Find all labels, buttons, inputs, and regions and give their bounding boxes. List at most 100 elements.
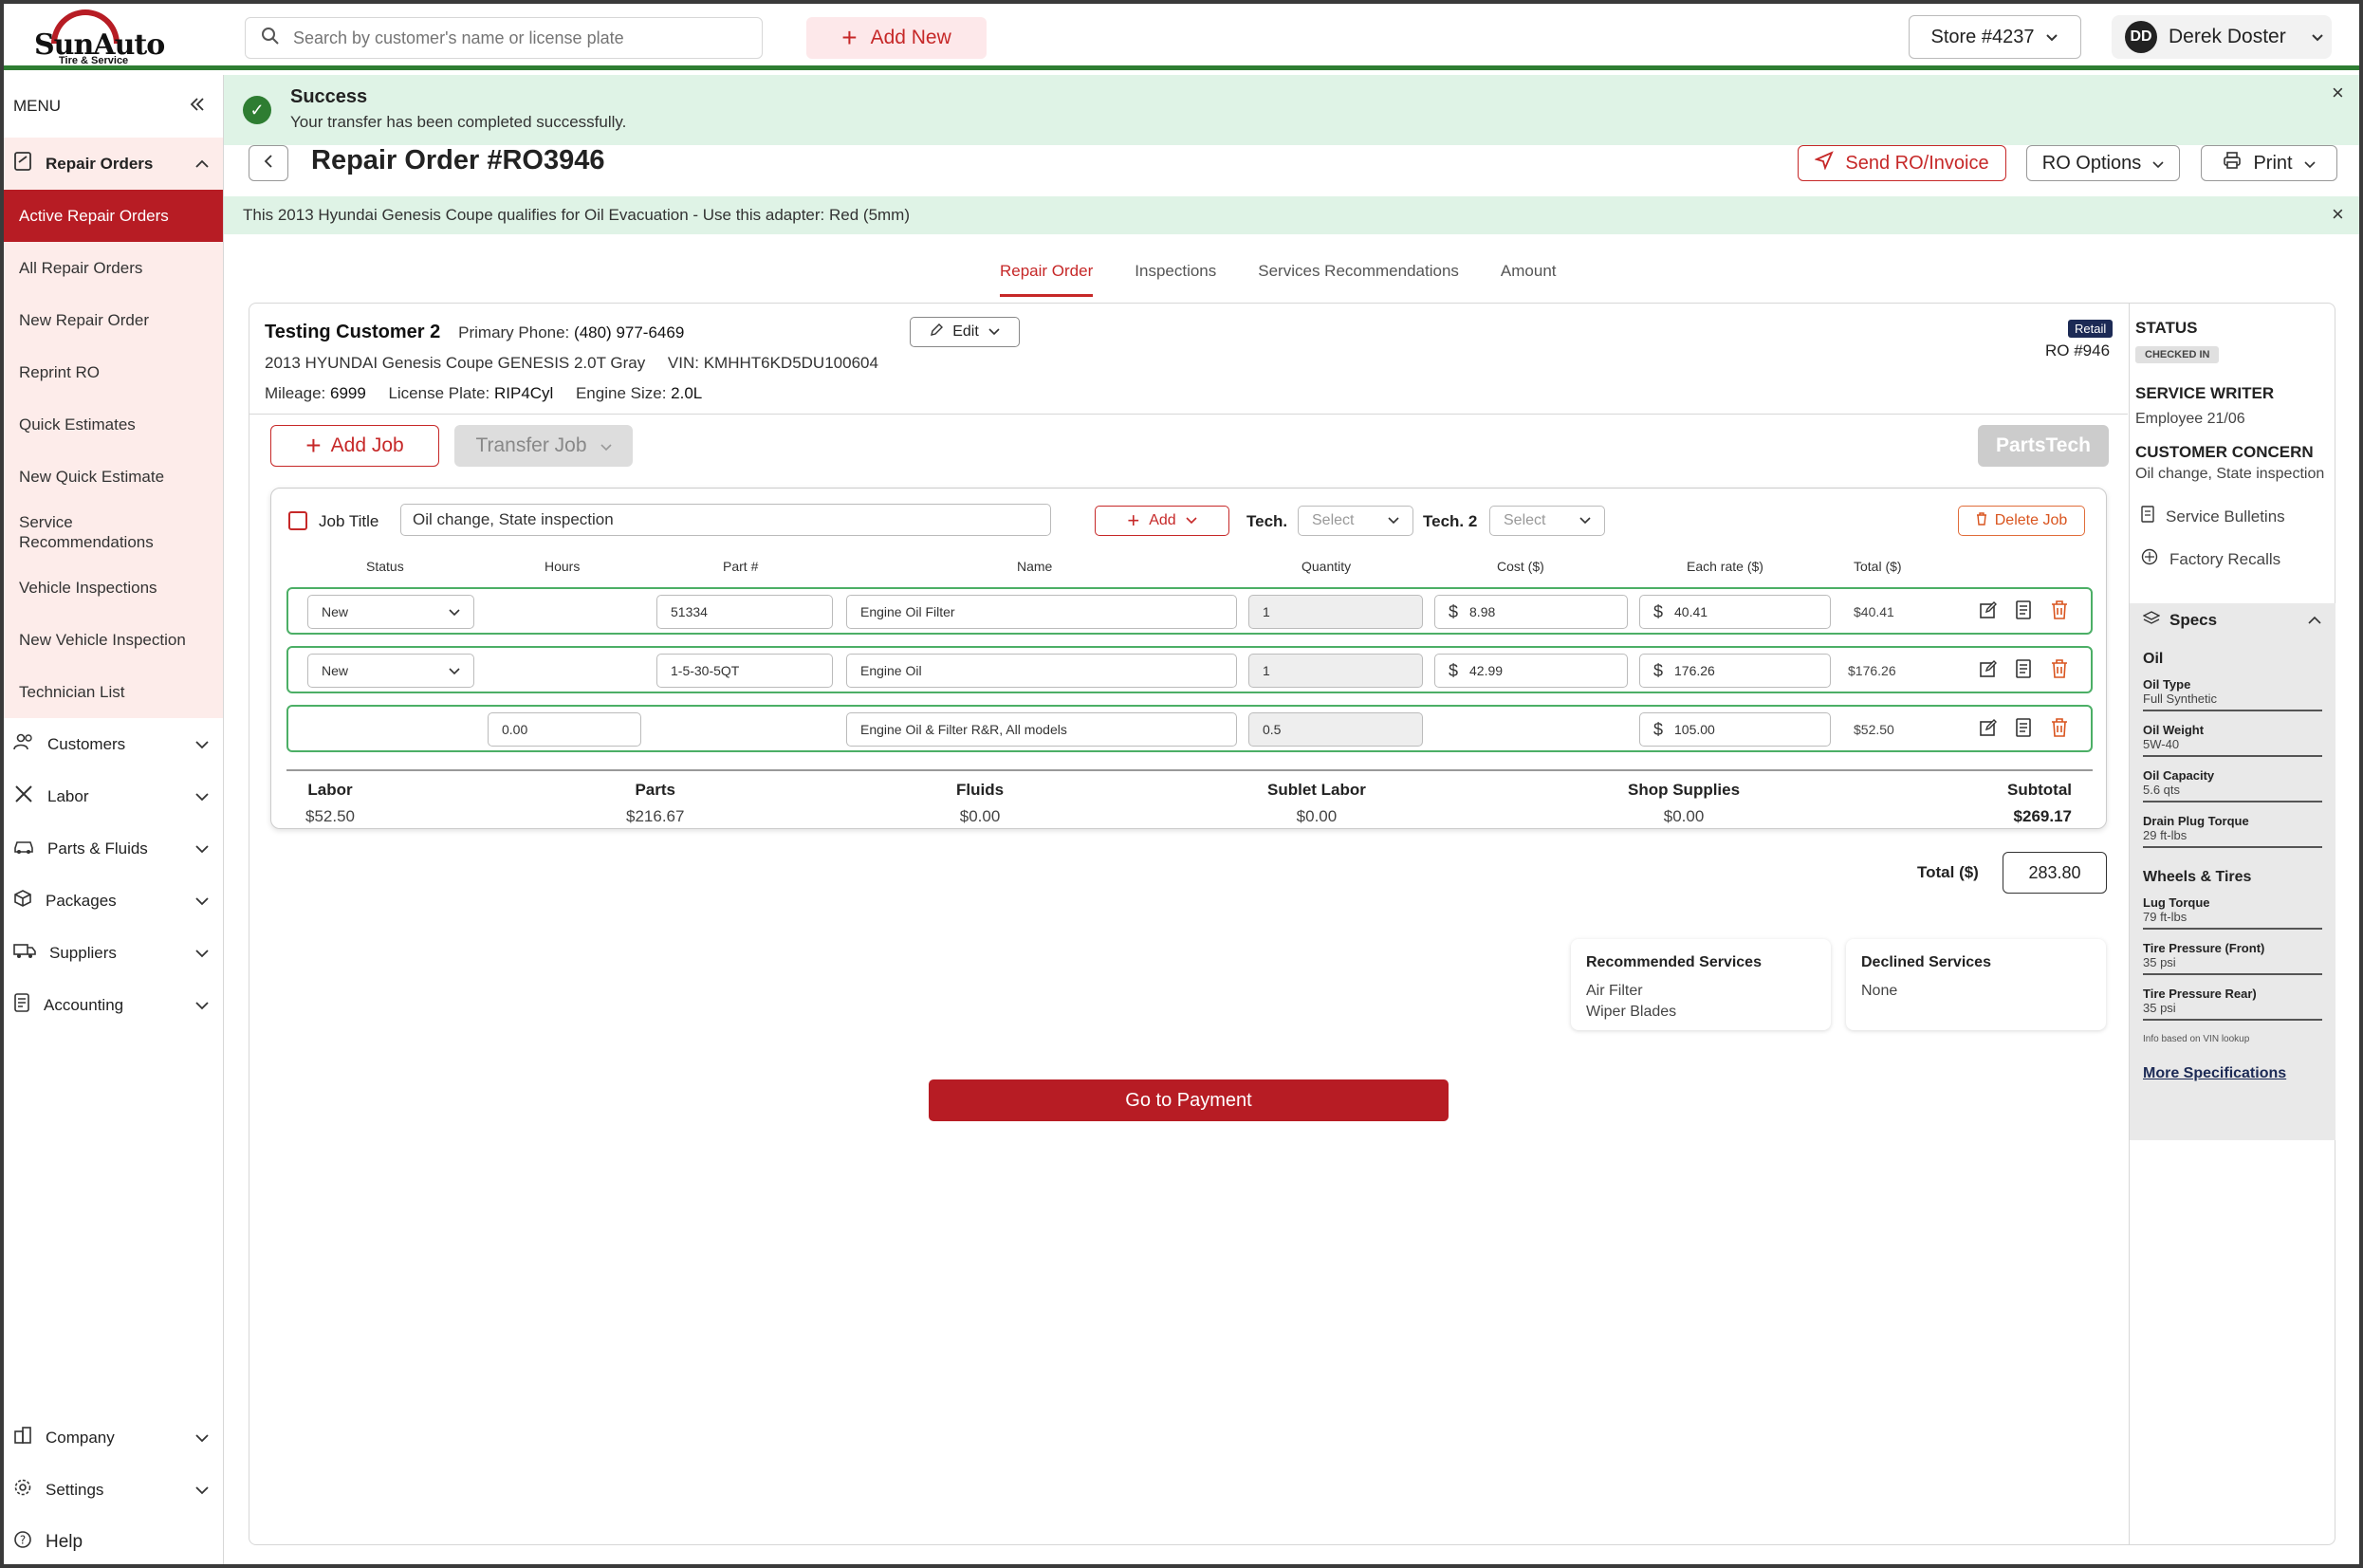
status-badge: CHECKED IN (2135, 346, 2220, 363)
part-number-input[interactable]: 1-5-30-5QT (656, 654, 833, 688)
engine-label: Engine Size: (575, 384, 667, 402)
edit-customer-button[interactable]: Edit (910, 317, 1020, 347)
ro-options-button[interactable]: RO Options (2026, 145, 2180, 181)
name-input[interactable]: Engine Oil (846, 654, 1237, 688)
job-select-checkbox[interactable] (288, 511, 307, 530)
sidebar-section-settings[interactable]: Settings (4, 1464, 223, 1516)
close-icon[interactable]: × (2332, 81, 2344, 105)
quantity-input[interactable]: 1 (1248, 654, 1423, 688)
trash-icon[interactable] (2051, 718, 2068, 742)
store-selector[interactable]: Store #4237 (1909, 15, 2081, 59)
close-icon[interactable]: × (2332, 202, 2344, 227)
delete-job-label: Delete Job (1994, 512, 2068, 528)
total-input[interactable]: 283.80 (2003, 852, 2107, 894)
sidebar-section-help[interactable]: ? Help (4, 1516, 223, 1564)
job-card: Job Title Oil change, State inspection +… (270, 488, 2107, 829)
document-icon (2141, 506, 2154, 527)
spec-value: 79 ft-lbs (2143, 910, 2188, 924)
sidebar-item-active-repair-orders[interactable]: Active Repair Orders (4, 190, 223, 242)
notes-icon[interactable] (2015, 600, 2032, 624)
truck-icon (13, 942, 36, 964)
sidebar-item-quick-estimates[interactable]: Quick Estimates (4, 398, 223, 451)
partstech-button[interactable]: PartsTech (1978, 425, 2109, 467)
sidebar-section-company[interactable]: Company (4, 1411, 223, 1464)
cost-input[interactable]: $ 8.98 (1434, 595, 1628, 629)
cost-input[interactable]: $ 42.99 (1434, 654, 1628, 688)
sidebar-section-labor[interactable]: Labor (4, 770, 223, 822)
rate-input[interactable]: $ 105.00 (1639, 712, 1831, 747)
trash-icon[interactable] (2051, 600, 2068, 624)
sidebar-item-new-repair-order[interactable]: New Repair Order (4, 294, 223, 346)
part-number-input[interactable]: 51334 (656, 595, 833, 629)
cost-value: 8.98 (1469, 604, 1496, 619)
send-ro-invoice-button[interactable]: Send RO/Invoice (1798, 145, 2006, 181)
summary-label: Fluids (956, 781, 1005, 799)
spec-item: Oil Capacity 5.6 qts (2143, 765, 2322, 802)
notes-icon[interactable] (2015, 659, 2032, 683)
factory-recalls-link[interactable]: Factory Recalls (2141, 548, 2330, 570)
sidebar-item-new-quick-estimate[interactable]: New Quick Estimate (4, 451, 223, 503)
trash-icon[interactable] (2051, 659, 2068, 683)
tech2-select[interactable]: Select (1489, 506, 1605, 536)
rate-input[interactable]: $ 176.26 (1639, 654, 1831, 688)
add-job-button[interactable]: + Add Job (270, 425, 439, 467)
tech-select[interactable]: Select (1298, 506, 1413, 536)
tab-amount[interactable]: Amount (1501, 262, 1557, 297)
sidebar-section-parts-fluids[interactable]: Parts & Fluids (4, 822, 223, 875)
name-input[interactable]: Engine Oil & Filter R&R, All models (846, 712, 1237, 747)
tab-services-recommendations[interactable]: Services Recommendations (1258, 262, 1459, 297)
add-item-button[interactable]: + Add (1095, 506, 1229, 536)
sidebar-item-vehicle-inspections[interactable]: Vehicle Inspections (4, 562, 223, 614)
gear-icon (13, 1478, 32, 1502)
collapse-menu-icon[interactable] (189, 97, 206, 117)
quantity-input[interactable]: 1 (1248, 595, 1423, 629)
sidebar-section-accounting[interactable]: Accounting (4, 979, 223, 1031)
add-new-button[interactable]: + Add New (806, 17, 987, 59)
quantity-input[interactable]: 0.5 (1248, 712, 1423, 747)
specs-header[interactable]: Specs (2142, 603, 2322, 637)
tech-label: Tech. (1246, 512, 1288, 530)
go-to-payment-button[interactable]: Go to Payment (929, 1079, 1449, 1121)
chevron-down-icon (194, 996, 210, 1015)
edit-row-icon[interactable] (1979, 659, 1998, 683)
delete-job-button[interactable]: Delete Job (1958, 506, 2085, 536)
rate-input[interactable]: $ 40.41 (1639, 595, 1831, 629)
transfer-job-button[interactable]: Transfer Job (454, 425, 633, 467)
back-button[interactable] (249, 145, 288, 181)
summary-labor: Labor $52.50 (305, 777, 355, 830)
sidebar-item-reprint-ro[interactable]: Reprint RO (4, 346, 223, 398)
more-specifications-link[interactable]: More Specifications (2143, 1065, 2322, 1082)
job-title-input[interactable]: Oil change, State inspection (400, 504, 1051, 536)
sidebar-section-suppliers[interactable]: Suppliers (4, 927, 223, 979)
status-select[interactable]: New (307, 595, 474, 629)
edit-row-icon[interactable] (1979, 600, 1998, 624)
name-input[interactable]: Engine Oil Filter (846, 595, 1237, 629)
sidebar-item-technician-list[interactable]: Technician List (4, 666, 223, 718)
sidebar-section-packages[interactable]: Packages (4, 875, 223, 927)
service-bulletins-link[interactable]: Service Bulletins (2141, 506, 2330, 527)
column-header-rate: Each rate ($) (1687, 559, 1763, 574)
divider (249, 414, 2128, 415)
search-box[interactable] (245, 17, 763, 59)
status-value: New (322, 604, 349, 619)
status-select[interactable]: New (307, 654, 474, 688)
sidebar-section-repair-orders[interactable]: Repair Orders (4, 138, 223, 190)
logo[interactable]: SunAuto Tire & Service (32, 9, 165, 66)
sidebar-item-new-vehicle-inspection[interactable]: New Vehicle Inspection (4, 614, 223, 666)
column-header-part: Part # (723, 559, 759, 574)
tab-inspections[interactable]: Inspections (1135, 262, 1216, 297)
tab-repair-order[interactable]: Repair Order (1000, 262, 1094, 297)
summary-value: $52.50 (305, 807, 355, 825)
print-button[interactable]: Print (2201, 145, 2337, 181)
search-input[interactable] (291, 27, 747, 49)
user-menu[interactable]: DD Derek Doster (2112, 15, 2332, 59)
spec-label: Oil Capacity (2143, 768, 2215, 783)
edit-row-icon[interactable] (1979, 718, 1998, 742)
hours-input[interactable]: 0.00 (488, 712, 641, 747)
sidebar-item-service-recommendations[interactable]: Service Recommendations (4, 503, 223, 562)
rate-value: 40.41 (1674, 604, 1708, 619)
add-new-label: Add New (870, 27, 951, 48)
sidebar-item-all-repair-orders[interactable]: All Repair Orders (4, 242, 223, 294)
notes-icon[interactable] (2015, 718, 2032, 742)
sidebar-section-customers[interactable]: Customers (4, 718, 223, 770)
